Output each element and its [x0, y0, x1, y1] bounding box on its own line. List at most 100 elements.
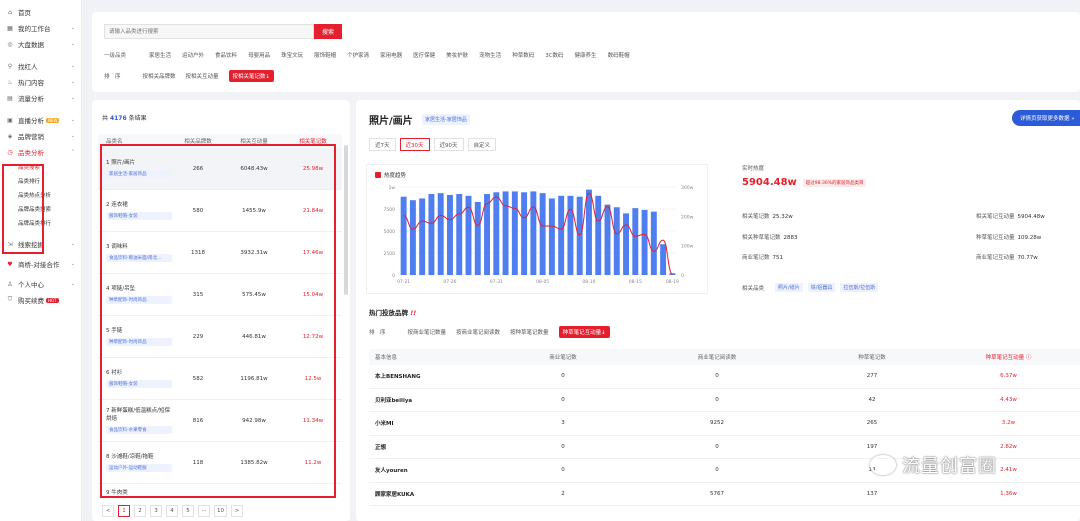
nav-brand[interactable]: ◈ 品牌营销 ⌄	[0, 128, 81, 144]
sort-option-active[interactable]: 种草笔记互动量↓	[558, 326, 610, 338]
list-item[interactable]: 2 连衣裙 服饰鞋帽-女装 580 1455.9w 21.84w	[98, 190, 342, 232]
nav-bridge[interactable]: ♥ 商桥-对接合作 ⌄	[0, 256, 81, 272]
more-data-button[interactable]: 详情页获取更多数据 »	[1012, 110, 1080, 126]
category-option[interactable]: 家用电器	[380, 51, 402, 59]
related-categories: 相关品类 照片/纸片 铁/铝器具 拉伍斯/拉伍斯	[742, 283, 879, 292]
category-option[interactable]: 服饰鞋帽	[314, 51, 336, 59]
chevron-down-icon: ⌄	[70, 79, 75, 85]
category-option[interactable]: 宠物生活	[479, 51, 501, 59]
prev-page-button[interactable]: <	[102, 505, 114, 517]
table-row[interactable]: 小米MI 3 9252 265 3.2w	[369, 412, 1080, 436]
y-left-tick-label: 0	[392, 273, 395, 279]
table-row[interactable]: 贝利亚beiliya 0 0 42 4.43w	[369, 389, 1080, 412]
list-item[interactable]: 5 手链 种草配饰-时尚饰品 229 446.81w 12.72w	[98, 316, 342, 358]
chart-bar	[632, 208, 639, 275]
category-option[interactable]: 家居生活	[149, 51, 171, 59]
tab-30d[interactable]: 近30天	[399, 138, 430, 151]
page-button[interactable]: 3	[150, 505, 162, 517]
nav-purchase[interactable]: ⛉ 购买续费 HOT	[0, 292, 81, 308]
category-list-panel: 共 4176 条结果 品类名 相关品牌数 相关互动量 相关笔记数 1 照片/画片…	[92, 100, 350, 521]
nav-workbench[interactable]: ▦ 我的工作台 ⌄	[0, 20, 81, 36]
category-option[interactable]: 健康养生	[575, 51, 597, 59]
chart-bar	[558, 195, 565, 275]
search-input[interactable]	[104, 24, 314, 39]
nav-leads[interactable]: ⇲ 线索挖掘 ⌄	[0, 236, 81, 252]
table-row[interactable]: 本上BENSHANG 0 0 277 6.37w	[369, 365, 1080, 389]
list-scrollbar[interactable]	[344, 145, 348, 295]
y-left-tick-label: 1w	[388, 185, 395, 191]
category-option[interactable]: 珠宝文玩	[281, 51, 303, 59]
list-item[interactable]: 6 衬衫 服饰鞋帽-女装 582 1196.81w 12.5w	[98, 358, 342, 400]
col-name[interactable]: 品类名	[98, 137, 172, 145]
table-row[interactable]: 顾家家居KUKA 2 5767 137 1.36w	[369, 483, 1080, 506]
list-item[interactable]: 9 牛肉类	[98, 484, 342, 502]
col-notes[interactable]: 相关笔记数	[284, 137, 342, 145]
page-button[interactable]: 10	[214, 505, 227, 517]
nav-home[interactable]: ⌂ 首页	[0, 4, 81, 20]
chevron-down-icon: ⌄	[70, 25, 75, 31]
category-option[interactable]: 个护家清	[347, 51, 369, 59]
next-page-button[interactable]: >	[231, 505, 243, 517]
page-button[interactable]: 5	[182, 505, 194, 517]
watermark: 流量创富圈	[870, 452, 997, 478]
nav-hot-content[interactable]: ♨ 热门内容 ⌄	[0, 74, 81, 90]
related-tag[interactable]: 铁/铝器具	[807, 283, 836, 292]
grid-icon: ▦	[7, 24, 13, 32]
category-option[interactable]: 母婴用品	[248, 51, 270, 59]
category-option[interactable]: 食品饮料	[215, 51, 237, 59]
category-option[interactable]: 运动户外	[182, 51, 204, 59]
col-brands[interactable]: 相关品牌数	[172, 137, 224, 145]
chart-bar	[400, 196, 407, 275]
page-ellipsis[interactable]: ···	[198, 505, 210, 517]
page-button[interactable]: 2	[134, 505, 146, 517]
sort-option[interactable]: 按相关互动量	[186, 72, 219, 80]
chevron-up-icon: ⌃	[70, 149, 75, 155]
tab-custom[interactable]: 自定义	[467, 138, 497, 151]
chart-bar	[548, 198, 555, 275]
hot-badge: HOT	[46, 297, 59, 303]
chart-bar	[493, 192, 500, 275]
category-option[interactable]: 种草数码	[512, 51, 534, 59]
search-button[interactable]: 搜索	[314, 24, 342, 39]
category-option[interactable]: 医疗保健	[413, 51, 435, 59]
tab-7d[interactable]: 近7天	[369, 138, 396, 151]
sub-category-rank[interactable]: 品类排行	[0, 174, 81, 188]
list-item[interactable]: 1 照片/画片 家居生活-家居饰品 266 6048.43w 25.98w	[98, 148, 342, 190]
tab-90d[interactable]: 近90天	[433, 138, 464, 151]
sub-brand-category-rank[interactable]: 品牌品类排行	[0, 216, 81, 230]
related-tag[interactable]: 拉伍斯/拉伍斯	[840, 283, 879, 292]
list-item[interactable]: 8 沙滩鞋/凉鞋/拖鞋 运动户外-运动鞋服 118 1385.82w 11.2w	[98, 442, 342, 484]
nav-category[interactable]: ◷ 品类分析 ⌃	[0, 144, 81, 160]
chart-bar	[576, 196, 583, 275]
nav-market-data[interactable]: ◎ 大盘数据 ⌄	[0, 36, 81, 52]
chart-bar	[604, 204, 611, 275]
sub-brand-category-search[interactable]: 品牌品类搜索	[0, 202, 81, 216]
sort-option[interactable]: 按商业笔记数量	[408, 328, 447, 336]
nav-traffic[interactable]: ▤ 流量分析 ⌄	[0, 90, 81, 106]
chart-bar	[539, 193, 546, 275]
nav-profile[interactable]: ♙ 个人中心 ⌄	[0, 276, 81, 292]
list-item[interactable]: 4 项链/吊坠 种草配饰-时尚饰品 315 575.45w 15.04w	[98, 274, 342, 316]
page-button[interactable]: 4	[166, 505, 178, 517]
chart-bar	[419, 198, 426, 275]
sort-option[interactable]: 按相关品牌数	[143, 72, 176, 80]
category-tag: 食品饮料-粮油米面/南北...	[106, 254, 172, 262]
list-item[interactable]: 7 新鲜蛋糕/低温糕点/短保烘焙 食品饮料-水果零食 816 942.98w 11.34…	[98, 400, 342, 442]
sort-option[interactable]: 按种草笔记数量	[510, 328, 549, 336]
sort-option-active[interactable]: 按相关笔记数↓	[228, 70, 275, 82]
category-option[interactable]: 3C数码	[545, 51, 563, 59]
list-item[interactable]: 3 调味料 食品饮料-粮油米面/南北... 1318 3932.31w 17.46w	[98, 232, 342, 274]
category-option[interactable]: 美妆护肤	[446, 51, 468, 59]
related-tag[interactable]: 照片/纸片	[775, 283, 803, 292]
sub-category-search[interactable]: 品类搜索	[0, 160, 81, 174]
category-option[interactable]: 数码鞋帽	[608, 51, 630, 59]
chevron-down-icon: ⌄	[70, 117, 75, 123]
col-interact[interactable]: 相关互动量	[224, 137, 284, 145]
user-search-icon: ⚲	[7, 62, 13, 70]
nav-find-kol[interactable]: ⚲ 找红人 ⌄	[0, 58, 81, 74]
sort-option[interactable]: 按商业笔记阅读数	[456, 328, 500, 336]
nav-live[interactable]: ▣ 直播分析 NEW ⌄	[0, 112, 81, 128]
page-button[interactable]: 1	[118, 505, 130, 517]
hot-brands-table: 基本信息 商业笔记数 商业笔记阅读数 种草笔记数 种草笔记互动量 ⓘ 本上BEN…	[369, 349, 1080, 506]
sub-category-hot[interactable]: 品类热点分析	[0, 188, 81, 202]
